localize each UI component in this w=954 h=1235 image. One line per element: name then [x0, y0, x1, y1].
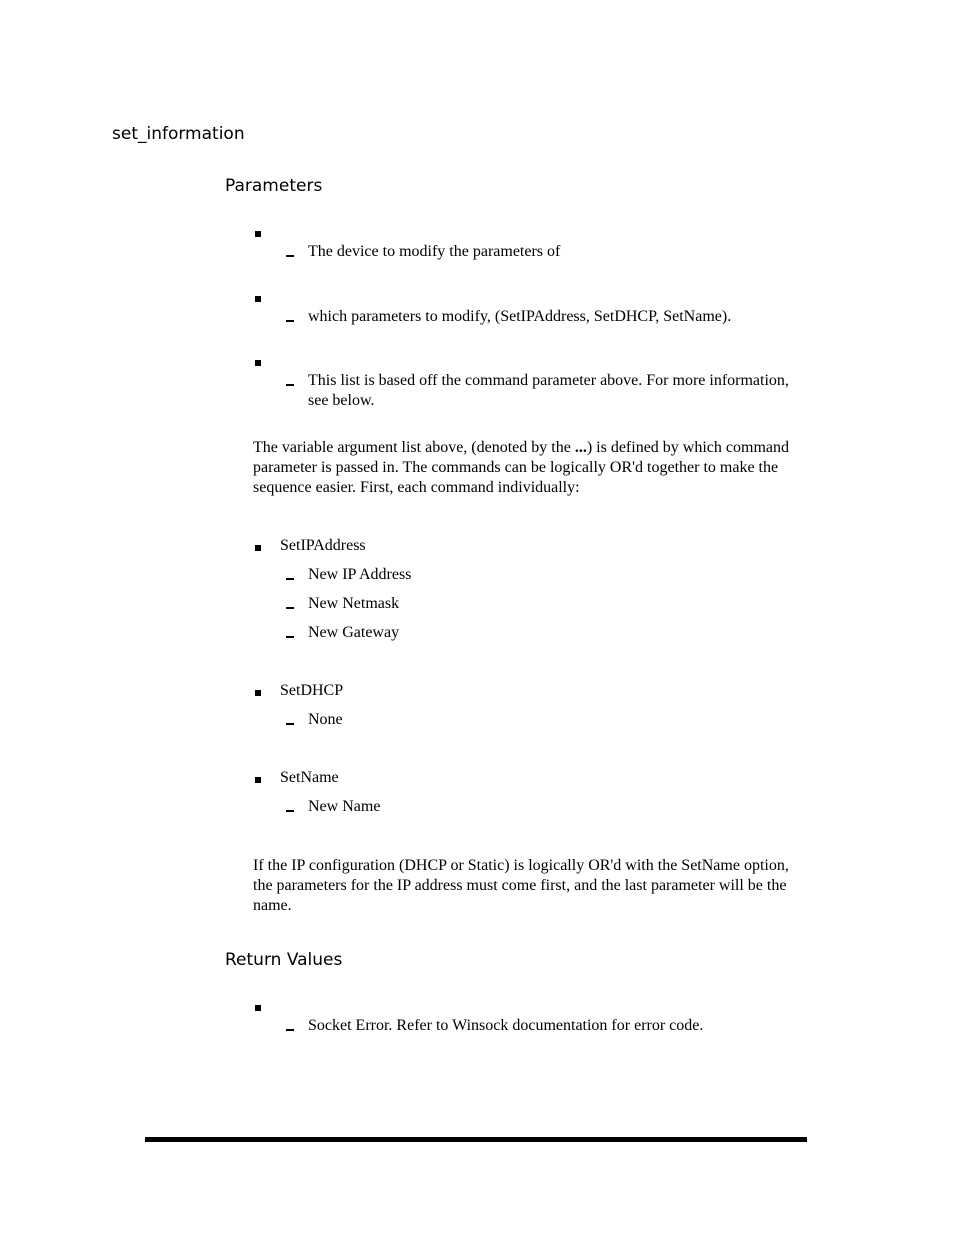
- dash-icon: [286, 320, 294, 322]
- paragraph-line: parameter is passed in. The commands can…: [253, 459, 779, 476]
- return-values-heading: Return Values: [225, 950, 343, 970]
- command-name: SetIPAddress: [280, 537, 366, 554]
- command-arg: New IP Address: [308, 566, 412, 583]
- bullet-icon: [255, 777, 261, 783]
- command-arg: None: [308, 711, 343, 728]
- dash-icon: [286, 810, 294, 812]
- bullet-icon: [255, 690, 261, 696]
- dash-icon: [286, 607, 294, 609]
- return-value-description: Socket Error. Refer to Winsock documenta…: [308, 1017, 704, 1034]
- bullet-icon: [255, 296, 261, 302]
- bullet-icon: [255, 231, 261, 237]
- paragraph-line: the parameters for the IP address must c…: [253, 877, 787, 894]
- ellipsis-token: ...: [574, 439, 587, 456]
- parameter-description-line: This list is based off the command param…: [308, 372, 789, 389]
- command-arg: New Name: [308, 798, 381, 815]
- paragraph-line: name.: [253, 897, 292, 914]
- dash-icon: [286, 384, 294, 386]
- command-arg: New Netmask: [308, 595, 400, 612]
- function-title: set_information: [112, 124, 245, 144]
- parameter-description: which parameters to modify, (SetIPAddres…: [308, 308, 732, 325]
- document-page: set_information Parameters The device to…: [0, 0, 954, 1235]
- footer-rule: [145, 1137, 807, 1142]
- varargs-intro-paragraph: The variable argument list above, (denot…: [253, 438, 843, 498]
- paragraph-line: The variable argument list above, (denot…: [253, 439, 789, 456]
- parameters-heading: Parameters: [225, 176, 323, 196]
- dash-icon: [286, 723, 294, 725]
- paragraph-line: If the IP configuration (DHCP or Static)…: [253, 857, 789, 874]
- bullet-icon: [255, 545, 261, 551]
- command-name: SetDHCP: [280, 682, 344, 699]
- parameter-description: This list is based off the command param…: [308, 371, 789, 411]
- ordering-note-paragraph: If the IP configuration (DHCP or Static)…: [253, 856, 843, 916]
- dash-icon: [286, 578, 294, 580]
- parameter-description-line: see below.: [308, 392, 375, 409]
- command-name: SetName: [280, 769, 339, 786]
- bullet-icon: [255, 360, 261, 366]
- parameter-description: The device to modify the parameters of: [308, 243, 561, 260]
- dash-icon: [286, 1029, 294, 1031]
- dash-icon: [286, 255, 294, 257]
- bullet-icon: [255, 1005, 261, 1011]
- dash-icon: [286, 636, 294, 638]
- command-arg: New Gateway: [308, 624, 400, 641]
- paragraph-line: sequence easier. First, each command ind…: [253, 479, 580, 496]
